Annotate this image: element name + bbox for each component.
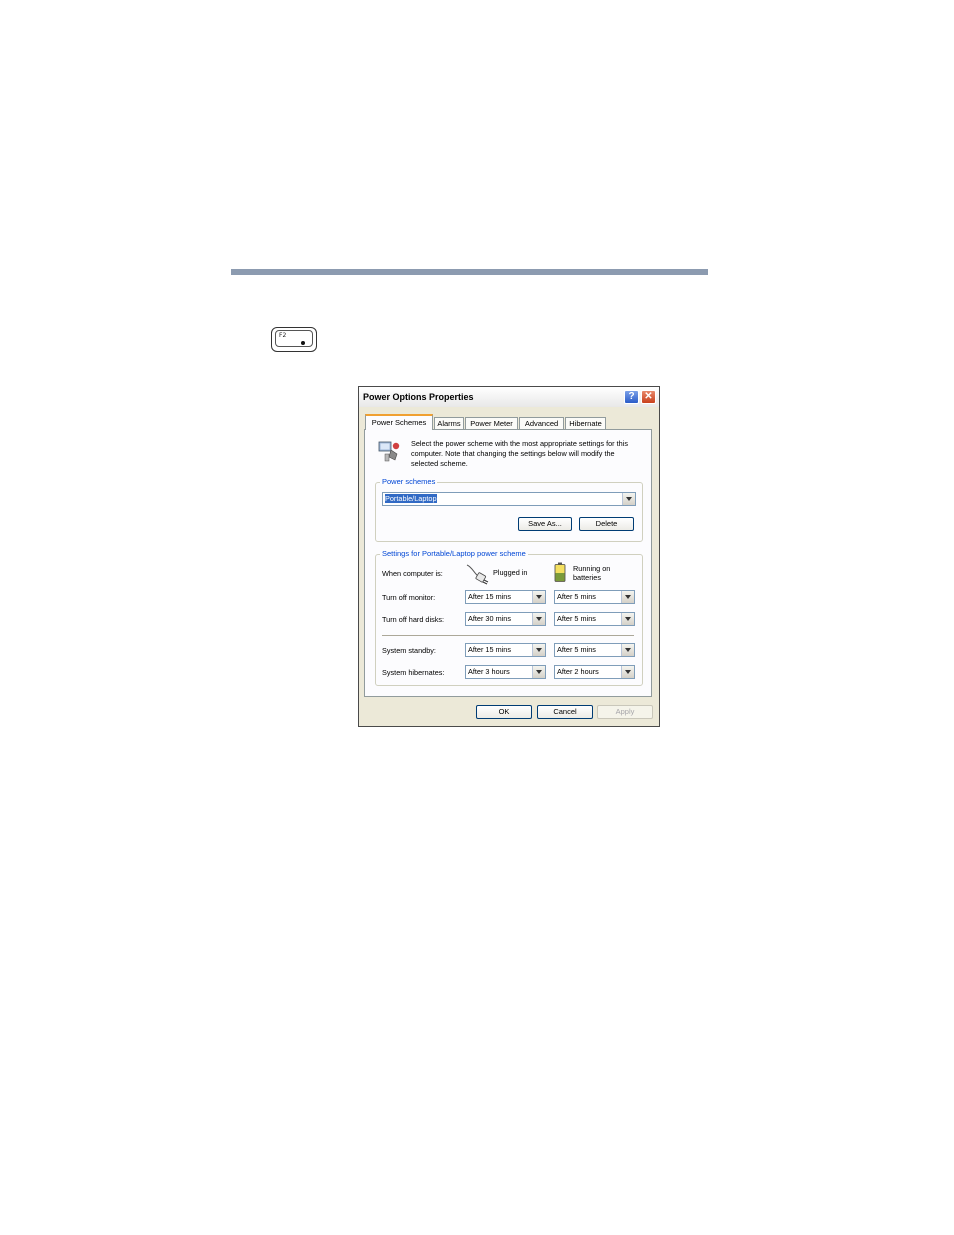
row-label-monitor: Turn off monitor: <box>382 593 436 602</box>
disks-plugged-select[interactable]: After 30 mins <box>465 612 546 626</box>
when-computer-label: When computer is: <box>382 569 443 578</box>
select-value: After 15 mins <box>468 645 511 654</box>
monitor-plugged-select[interactable]: After 15 mins <box>465 590 546 604</box>
select-value: After 2 hours <box>557 667 599 676</box>
tab-power-meter[interactable]: Power Meter <box>465 417 518 429</box>
tab-alarms[interactable]: Alarms <box>434 417 464 429</box>
battery-icon <box>554 562 566 582</box>
delete-button[interactable]: Delete <box>579 517 634 531</box>
chevron-down-icon[interactable] <box>532 644 545 656</box>
power-schemes-legend: Power schemes <box>380 477 438 486</box>
chevron-down-icon[interactable] <box>532 591 545 603</box>
standby-battery-select[interactable]: After 5 mins <box>554 643 635 657</box>
select-value: After 15 mins <box>468 592 511 601</box>
save-as-button[interactable]: Save As... <box>518 517 572 531</box>
select-value: After 5 mins <box>557 614 596 623</box>
chevron-down-icon[interactable] <box>621 613 634 625</box>
intro-text: Select the power scheme with the most ap… <box>411 439 628 468</box>
close-button[interactable]: ✕ <box>641 390 656 404</box>
select-value: After 5 mins <box>557 592 596 601</box>
settings-legend: Settings for Portable/Laptop power schem… <box>380 549 528 558</box>
power-scheme-select[interactable]: Portable/Laptop <box>382 492 636 506</box>
monitor-battery-select[interactable]: After 5 mins <box>554 590 635 604</box>
battery-label-2: batteries <box>573 573 601 582</box>
row-label-hard-disks: Turn off hard disks: <box>382 615 445 624</box>
row-label-hibernates: System hibernates: <box>382 668 445 677</box>
chevron-down-icon[interactable] <box>532 666 545 678</box>
select-value: After 30 mins <box>468 614 511 623</box>
power-schemes-panel: Select the power scheme with the most ap… <box>364 429 652 697</box>
tab-advanced[interactable]: Advanced <box>519 417 564 429</box>
chevron-down-icon[interactable] <box>532 613 545 625</box>
cancel-button[interactable]: Cancel <box>537 705 593 719</box>
tab-power-schemes[interactable]: Power Schemes <box>365 414 433 430</box>
ok-button[interactable]: OK <box>476 705 532 719</box>
plug-icon <box>466 564 489 585</box>
power-scheme-value: Portable/Laptop <box>385 494 437 503</box>
chevron-down-icon[interactable] <box>622 493 635 505</box>
title-bar: Power Options Properties ? ✕ <box>359 387 659 407</box>
power-schemes-group: Power schemes Portable/Laptop Save As...… <box>375 477 643 542</box>
dialog-title: Power Options Properties <box>363 392 474 402</box>
settings-divider <box>382 635 634 636</box>
chevron-down-icon[interactable] <box>621 666 634 678</box>
select-value: After 3 hours <box>468 667 510 676</box>
select-value: After 5 mins <box>557 645 596 654</box>
chevron-down-icon[interactable] <box>621 644 634 656</box>
power-scheme-icon <box>378 441 400 462</box>
apply-button[interactable]: Apply <box>597 705 653 719</box>
standby-plugged-select[interactable]: After 15 mins <box>465 643 546 657</box>
plugged-in-label: Plugged in <box>493 568 528 577</box>
power-options-dialog: Power Options Properties ? ✕ Power Schem… <box>358 386 660 727</box>
hibernate-battery-select[interactable]: After 2 hours <box>554 665 635 679</box>
chevron-down-icon[interactable] <box>621 591 634 603</box>
hibernate-plugged-select[interactable]: After 3 hours <box>465 665 546 679</box>
disks-battery-select[interactable]: After 5 mins <box>554 612 635 626</box>
header-rule <box>231 269 708 275</box>
f2-key-icon: F2 <box>271 327 317 352</box>
row-label-standby: System standby: <box>382 646 436 655</box>
battery-label-1: Running on <box>573 564 611 573</box>
settings-group: Settings for Portable/Laptop power schem… <box>375 549 643 686</box>
tab-hibernate[interactable]: Hibernate <box>565 417 606 429</box>
key-label: F2 <box>279 332 287 339</box>
help-button[interactable]: ? <box>624 390 639 404</box>
